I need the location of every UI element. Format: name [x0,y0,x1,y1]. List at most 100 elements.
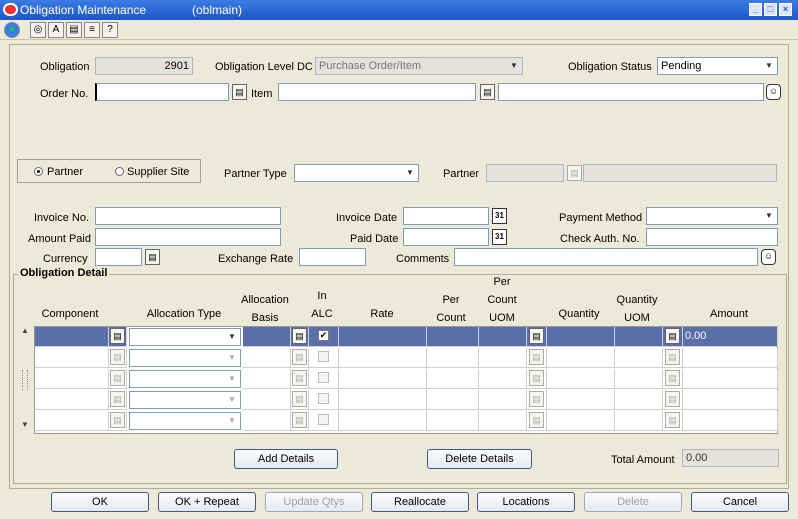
component-lov-cell[interactable]: ▤ [109,390,127,410]
quantity-uom-cell[interactable] [615,348,663,368]
allocation-basis-lov-icon[interactable]: ▤ [292,391,307,407]
allocation-basis-cell[interactable] [243,348,291,368]
in-alc-cell[interactable]: ✔ [309,327,339,347]
per-count-cell[interactable] [427,390,479,410]
paid-date-calendar-icon[interactable]: 31 [492,229,507,245]
ok-repeat-button[interactable]: OK + Repeat [158,492,256,512]
per-count-cell[interactable] [427,369,479,389]
amount-cell[interactable]: 0.00 [683,327,778,347]
component-lov-icon[interactable]: ▤ [110,370,125,386]
amount-cell[interactable] [683,369,778,389]
component-lov-icon[interactable]: ▤ [110,349,125,365]
in-alc-cell[interactable] [309,411,339,431]
allocation-basis-lov-cell[interactable]: ▤ [291,411,309,431]
allocation-type-select[interactable]: ▼ [129,370,241,388]
quantity-cell[interactable] [547,348,615,368]
quantity-uom-lov-cell[interactable]: ▤ [663,411,683,431]
invoice-no-input[interactable] [95,207,281,225]
cancel-button[interactable]: Cancel [691,492,789,512]
component-cell[interactable] [35,327,109,347]
allocation-basis-lov-cell[interactable]: ▤ [291,327,309,347]
quantity-uom-lov-cell[interactable]: ▤ [663,327,683,347]
font-icon[interactable]: A [48,22,64,38]
partner-type-select[interactable]: ▼ [294,164,419,182]
per-count-uom-cell[interactable] [479,348,527,368]
chevron-down-icon[interactable]: ▼ [225,414,239,428]
allocation-basis-cell[interactable] [243,369,291,389]
scroll-down-icon[interactable]: ▼ [18,420,32,429]
component-lov-icon[interactable]: ▤ [110,328,125,344]
per-count-cell[interactable] [427,327,479,347]
calendar-icon[interactable]: ▤ [66,22,82,38]
comments-edit-icon[interactable]: ☺ [761,249,776,265]
partner-lov-icon[interactable]: ▤ [567,165,582,181]
allocation-basis-lov-icon[interactable]: ▤ [292,328,307,344]
allocation-basis-lov-cell[interactable]: ▤ [291,348,309,368]
help-circle-icon[interactable]: ◎ [30,22,46,38]
ok-button[interactable]: OK [51,492,149,512]
per-count-uom-lov-icon[interactable]: ▤ [529,391,544,407]
item-description[interactable] [498,83,764,101]
invoice-date-input[interactable] [403,207,489,225]
per-count-uom-lov-icon[interactable]: ▤ [529,349,544,365]
close-button[interactable]: × [779,3,792,16]
quantity-cell[interactable] [547,390,615,410]
per-count-uom-cell[interactable] [479,390,527,410]
check-auth-input[interactable] [646,228,778,246]
chevron-down-icon[interactable]: ▼ [403,166,417,180]
obligation-field[interactable]: 2901 [95,57,193,75]
supplier-site-radio[interactable] [115,167,124,176]
quantity-cell[interactable] [547,327,615,347]
chevron-down-icon[interactable]: ▼ [225,330,239,344]
allocation-basis-cell[interactable] [243,390,291,410]
comments-input[interactable] [454,248,758,266]
item-lov-icon[interactable]: ▤ [480,84,495,100]
per-count-cell[interactable] [427,348,479,368]
rate-cell[interactable] [339,327,427,347]
chevron-down-icon[interactable]: ▼ [507,59,521,73]
quantity-uom-cell[interactable] [615,390,663,410]
component-lov-icon[interactable]: ▤ [110,412,125,428]
minimize-button[interactable]: _ [749,3,762,16]
allocation-basis-cell[interactable] [243,327,291,347]
scroll-thumb[interactable] [22,370,28,390]
quantity-uom-cell[interactable] [615,327,663,347]
notes-icon[interactable]: ≡ [84,22,100,38]
comment-icon[interactable]: ☺ [766,84,781,100]
obligation-status-select[interactable]: Pending ▼ [657,57,778,75]
per-count-cell[interactable] [427,411,479,431]
order-no-input[interactable] [95,83,229,101]
component-lov-cell[interactable]: ▤ [109,411,127,431]
allocation-basis-lov-icon[interactable]: ▤ [292,412,307,428]
maximize-button[interactable]: □ [764,3,777,16]
per-count-uom-cell[interactable] [479,327,527,347]
in-alc-checkbox[interactable]: ✔ [318,330,329,341]
partner-radio[interactable] [34,167,43,176]
amount-paid-input[interactable] [95,228,281,246]
in-alc-cell[interactable] [309,390,339,410]
in-alc-checkbox[interactable] [318,372,329,383]
payment-method-select[interactable]: ▼ [646,207,778,225]
component-cell[interactable] [35,348,109,368]
component-lov-icon[interactable]: ▤ [110,391,125,407]
rate-cell[interactable] [339,390,427,410]
component-lov-cell[interactable]: ▤ [109,327,127,347]
component-cell[interactable] [35,369,109,389]
chevron-down-icon[interactable]: ▼ [225,351,239,365]
component-lov-cell[interactable]: ▤ [109,348,127,368]
allocation-basis-cell[interactable] [243,411,291,431]
paid-date-input[interactable] [403,228,489,246]
quantity-uom-lov-icon[interactable]: ▤ [665,349,680,365]
allocation-type-select[interactable]: ▼ [129,412,241,430]
amount-cell[interactable] [683,411,778,431]
quantity-uom-lov-cell[interactable]: ▤ [663,348,683,368]
quantity-uom-lov-cell[interactable]: ▤ [663,390,683,410]
in-alc-checkbox[interactable] [318,414,329,425]
component-lov-cell[interactable]: ▤ [109,369,127,389]
allocation-basis-lov-cell[interactable]: ▤ [291,390,309,410]
per-count-uom-lov-icon[interactable]: ▤ [529,370,544,386]
currency-lov-icon[interactable]: ▤ [145,249,160,265]
per-count-uom-lov-cell[interactable]: ▤ [527,390,547,410]
amount-cell[interactable] [683,348,778,368]
delete-button[interactable]: Delete [584,492,682,512]
